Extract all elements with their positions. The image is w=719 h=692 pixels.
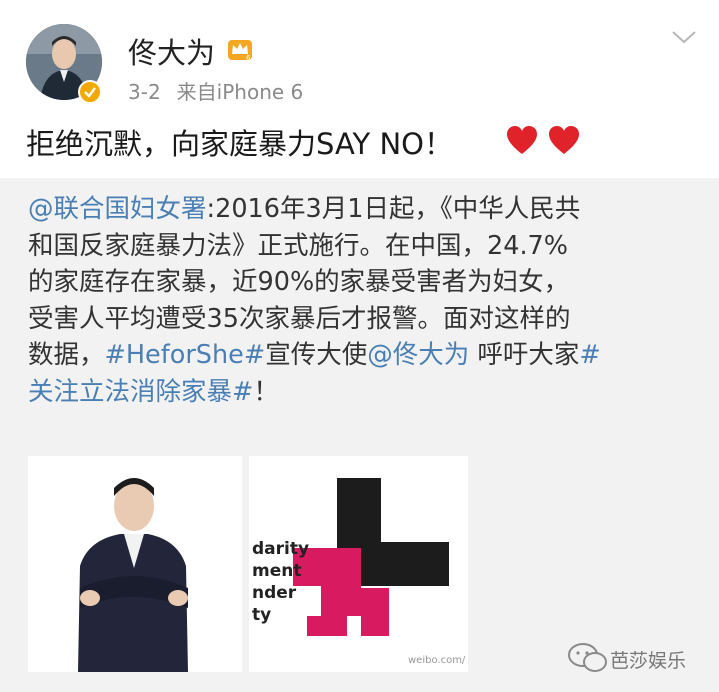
post-source: 来自iPhone 6	[176, 80, 304, 104]
hashtag-heforshe[interactable]: #HeforShe#	[105, 340, 266, 370]
photo-man-in-suit[interactable]	[28, 456, 242, 672]
hashtag-legislation[interactable]: 关注立法消除家暴#	[28, 377, 253, 407]
svg-text:6: 6	[246, 54, 251, 62]
post-date: 3-2	[128, 80, 161, 104]
mention-link-2[interactable]: @佟大为	[367, 340, 469, 370]
watermark: weibo.com/	[408, 655, 466, 666]
logo-caption-text: darity ment nder ty	[252, 539, 310, 625]
post-text: 拒绝沉默，向家庭暴力SAY NO！	[26, 127, 453, 161]
chevron-down-icon[interactable]	[670, 28, 698, 46]
heart-icon	[507, 126, 579, 154]
author-name[interactable]: 佟大为	[128, 30, 215, 72]
verified-badge-icon	[78, 80, 102, 104]
mention-link[interactable]: @联合国妇女署	[28, 194, 207, 224]
repost-text: @联合国妇女署:2016年3月1日起，《中华人民共 和国反家庭暴力法》正式施行。…	[28, 194, 601, 407]
hashtag-legislation-start[interactable]: #	[579, 340, 600, 370]
post-header: 佟大为 6 3-2 来自iPhone 6	[0, 0, 719, 110]
crown-icon[interactable]: 6	[226, 36, 254, 62]
post-meta: 3-2 来自iPhone 6	[128, 76, 319, 105]
brand-name: 芭莎娱乐	[610, 650, 687, 672]
